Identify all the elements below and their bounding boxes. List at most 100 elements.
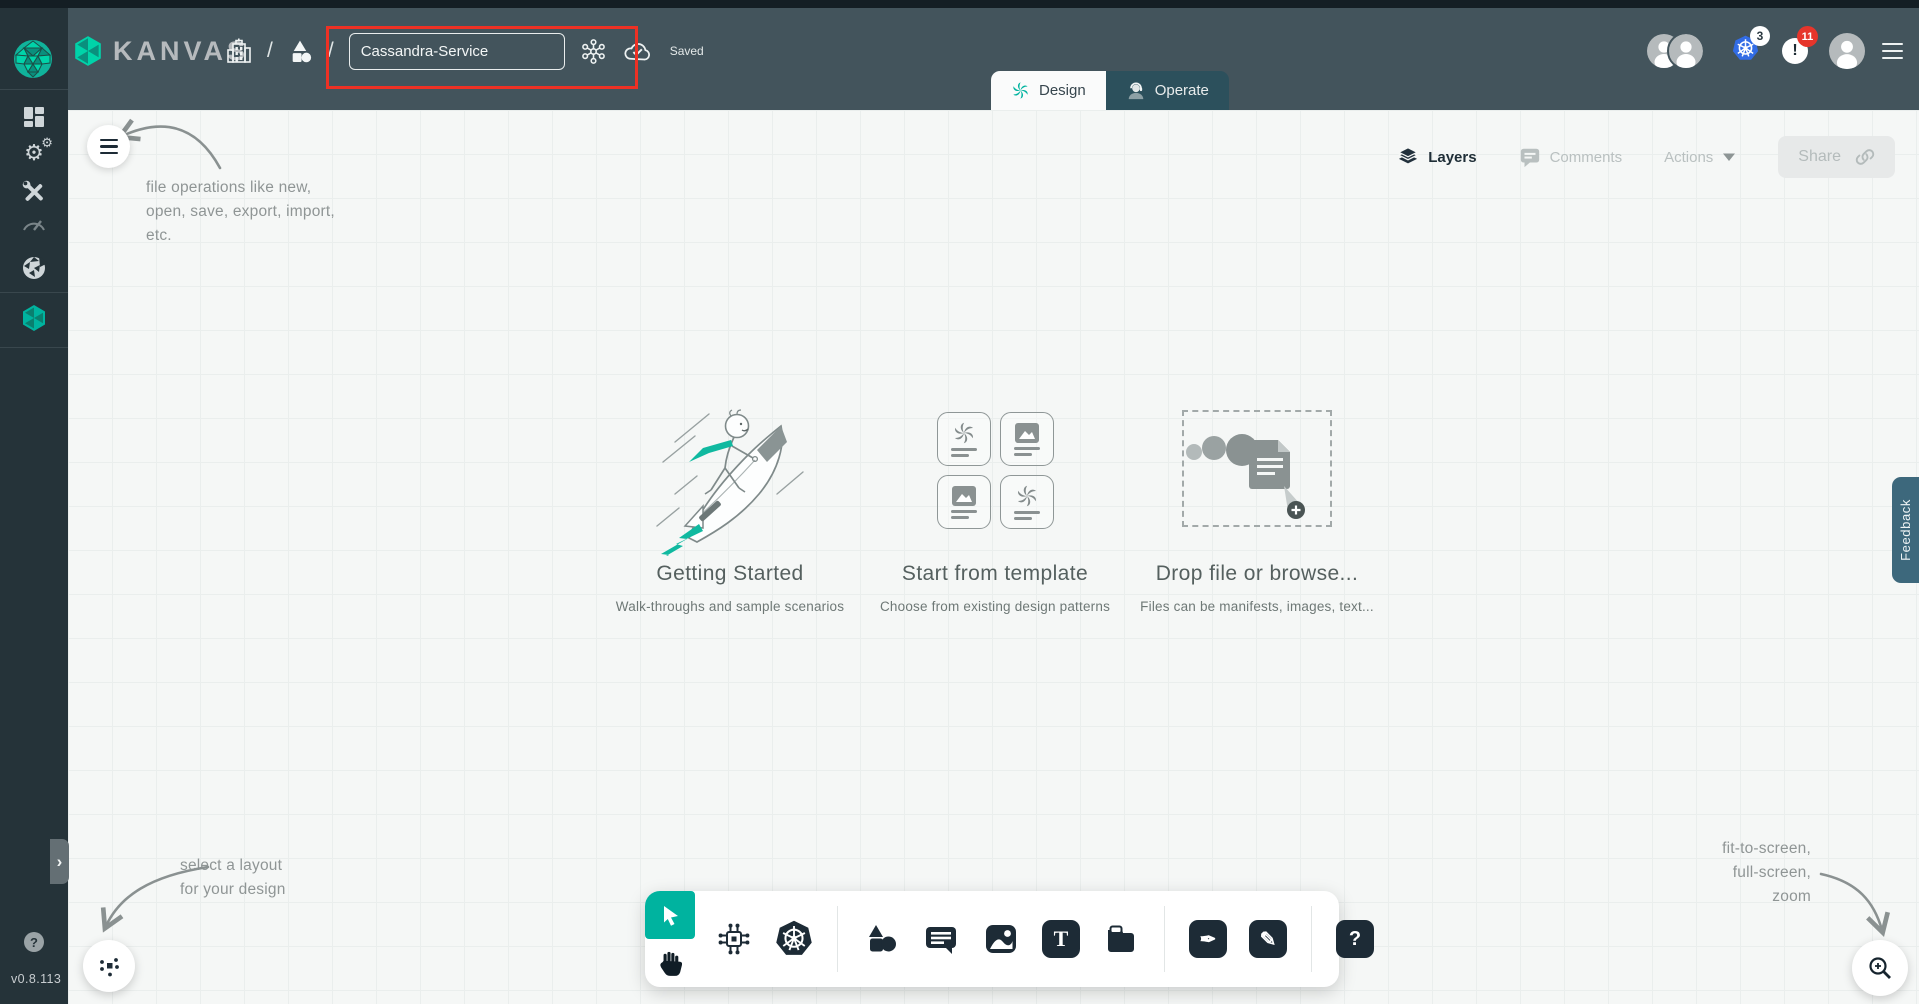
layers-button[interactable]: Layers (1397, 147, 1477, 167)
design-canvas[interactable]: file operations like new, open, save, ex… (68, 110, 1919, 1004)
breadcrumb: / / Saved (226, 0, 704, 102)
kubernetes-tool[interactable] (775, 920, 813, 958)
kubernetes-count-badge: 3 (1750, 26, 1770, 46)
kubernetes-icon (776, 920, 812, 955)
zoom-in-icon (1869, 957, 1891, 979)
toolbar-help-button[interactable]: ? (1336, 920, 1374, 958)
comments-icon (1520, 148, 1539, 168)
comments-button[interactable]: Comments (1519, 146, 1622, 168)
operate-headset-icon (1128, 82, 1143, 99)
template-thumbnails (936, 412, 1054, 529)
share-button[interactable]: Share (1778, 136, 1895, 178)
text-tool-glyph: T (1053, 926, 1069, 951)
sidebar-item-configuration[interactable] (0, 176, 68, 208)
layer5-logo-icon[interactable] (11, 37, 55, 81)
kanvas-logo-icon (75, 36, 101, 66)
shapes-icon (869, 925, 896, 952)
edge-pen-tool[interactable]: ✒ (1189, 920, 1227, 958)
select-tool[interactable] (645, 891, 695, 939)
zoom-button[interactable] (1852, 940, 1908, 996)
cloud-saved-icon[interactable] (622, 38, 653, 65)
kanvas-app: ⚙ ⚙ ? v0.8.113 › KANVAS / / Cassandra-Se… (0, 0, 1919, 1004)
feedback-label: Feedback (1898, 499, 1913, 561)
image-tool[interactable] (982, 920, 1020, 958)
card-title: Start from template (901, 562, 1089, 585)
card-subtitle: Files can be manifests, images, text... (1140, 599, 1374, 614)
layout-selector-button[interactable] (83, 940, 135, 992)
kanvas-hexagon-icon (23, 305, 45, 331)
pan-tool[interactable] (645, 939, 695, 987)
save-status: Saved (669, 44, 704, 58)
collaborator-avatar[interactable] (1667, 32, 1705, 70)
canvas-menu-button[interactable] (87, 125, 130, 168)
sidebar-item-lifecycle[interactable]: ⚙ ⚙ (0, 136, 68, 169)
canvas-actions-bar: Layers Comments Actions Share (1397, 134, 1895, 180)
tab-operate[interactable]: Operate (1105, 71, 1229, 110)
text-tool[interactable]: T (1042, 920, 1080, 958)
getting-started-card[interactable]: Getting Started Walk-throughs and sample… (610, 398, 850, 614)
tab-design[interactable]: Design (991, 71, 1106, 110)
organization-icon[interactable] (226, 37, 252, 65)
collaborator-avatars[interactable] (1647, 32, 1705, 70)
layers-icon (1397, 147, 1419, 164)
shapes-tool[interactable] (862, 920, 900, 958)
start-from-template-card[interactable]: Start from template Choose from existing… (875, 398, 1115, 614)
bottom-toolbar: T ✒ ✎ ? (645, 891, 1374, 987)
comment-tool[interactable] (922, 920, 960, 958)
version-label: v0.8.113 (11, 972, 62, 986)
image-icon (1014, 423, 1039, 444)
sidebar-item-performance[interactable] (0, 208, 68, 240)
rocket-illustration (610, 398, 850, 556)
freehand-draw-tool[interactable]: ✎ (1249, 920, 1287, 958)
mode-tabs: Design Operate (991, 71, 1229, 110)
crossed-tools-icon (22, 180, 43, 201)
feedback-tab[interactable]: Feedback (1892, 477, 1919, 583)
link-icon (1855, 149, 1875, 165)
toolbar-tools: T ✒ ✎ ? (699, 906, 1374, 972)
cursor-icon (664, 906, 678, 926)
template-thumb-design (936, 412, 991, 466)
pencil-icon: ✎ (1259, 928, 1277, 951)
toolbar-divider (1311, 906, 1312, 972)
sidebar-divider (0, 89, 68, 90)
design-nodes-icon[interactable] (580, 38, 607, 65)
toolbar-divider (1164, 906, 1165, 972)
card-title: Drop file or browse... (1155, 562, 1359, 585)
sidebar-item-dashboard[interactable] (0, 101, 68, 133)
drop-zone[interactable] (1182, 410, 1332, 527)
sidebar-expand-button[interactable]: › (50, 839, 69, 884)
pinwheel-icon (1017, 486, 1036, 507)
dashboard-icon (24, 107, 44, 127)
template-thumb-image (936, 475, 991, 529)
notification-count-badge: 11 (1797, 26, 1818, 47)
gauge-icon (23, 220, 45, 231)
component-icon (718, 923, 750, 955)
workspace-shapes-icon[interactable] (288, 38, 313, 64)
card-subtitle: Walk-throughs and sample scenarios (615, 599, 845, 614)
user-avatar[interactable] (1829, 33, 1865, 69)
annotation-file-operations: file operations like new, open, save, ex… (146, 179, 335, 244)
top-strip (0, 0, 1919, 8)
help-button[interactable]: ? (24, 932, 44, 952)
tab-operate-label: Operate (1154, 82, 1209, 99)
question-icon: ? (1348, 927, 1362, 950)
sidebar-item-extensions[interactable] (0, 252, 68, 284)
card-subtitle: Choose from existing design patterns (879, 599, 1111, 614)
brand[interactable]: KANVAS (72, 0, 249, 102)
drop-file-illustration (1186, 434, 1305, 519)
header-right: 3 ! 11 (1647, 0, 1907, 102)
pointer-tools (645, 891, 695, 987)
group-tool[interactable] (1102, 920, 1140, 958)
annotation-zoom: fit-to-screen, full-screen, zoom (1722, 840, 1811, 905)
actions-dropdown[interactable]: Actions (1664, 149, 1736, 166)
header: KANVAS / / Cassandra-Service Saved Desig… (68, 0, 1919, 110)
notifications-button[interactable]: ! 11 (1782, 26, 1818, 64)
kubernetes-context-switcher[interactable]: 3 (1732, 26, 1770, 67)
header-menu-icon[interactable] (1878, 39, 1907, 64)
sidebar-item-kanvas[interactable] (0, 302, 68, 334)
drop-file-card[interactable]: Drop file or browse... Files can be mani… (1137, 398, 1377, 614)
image-icon (951, 486, 976, 507)
toolbar-divider (837, 906, 838, 972)
design-name-input[interactable] (348, 32, 565, 70)
component-tool[interactable] (715, 920, 753, 958)
